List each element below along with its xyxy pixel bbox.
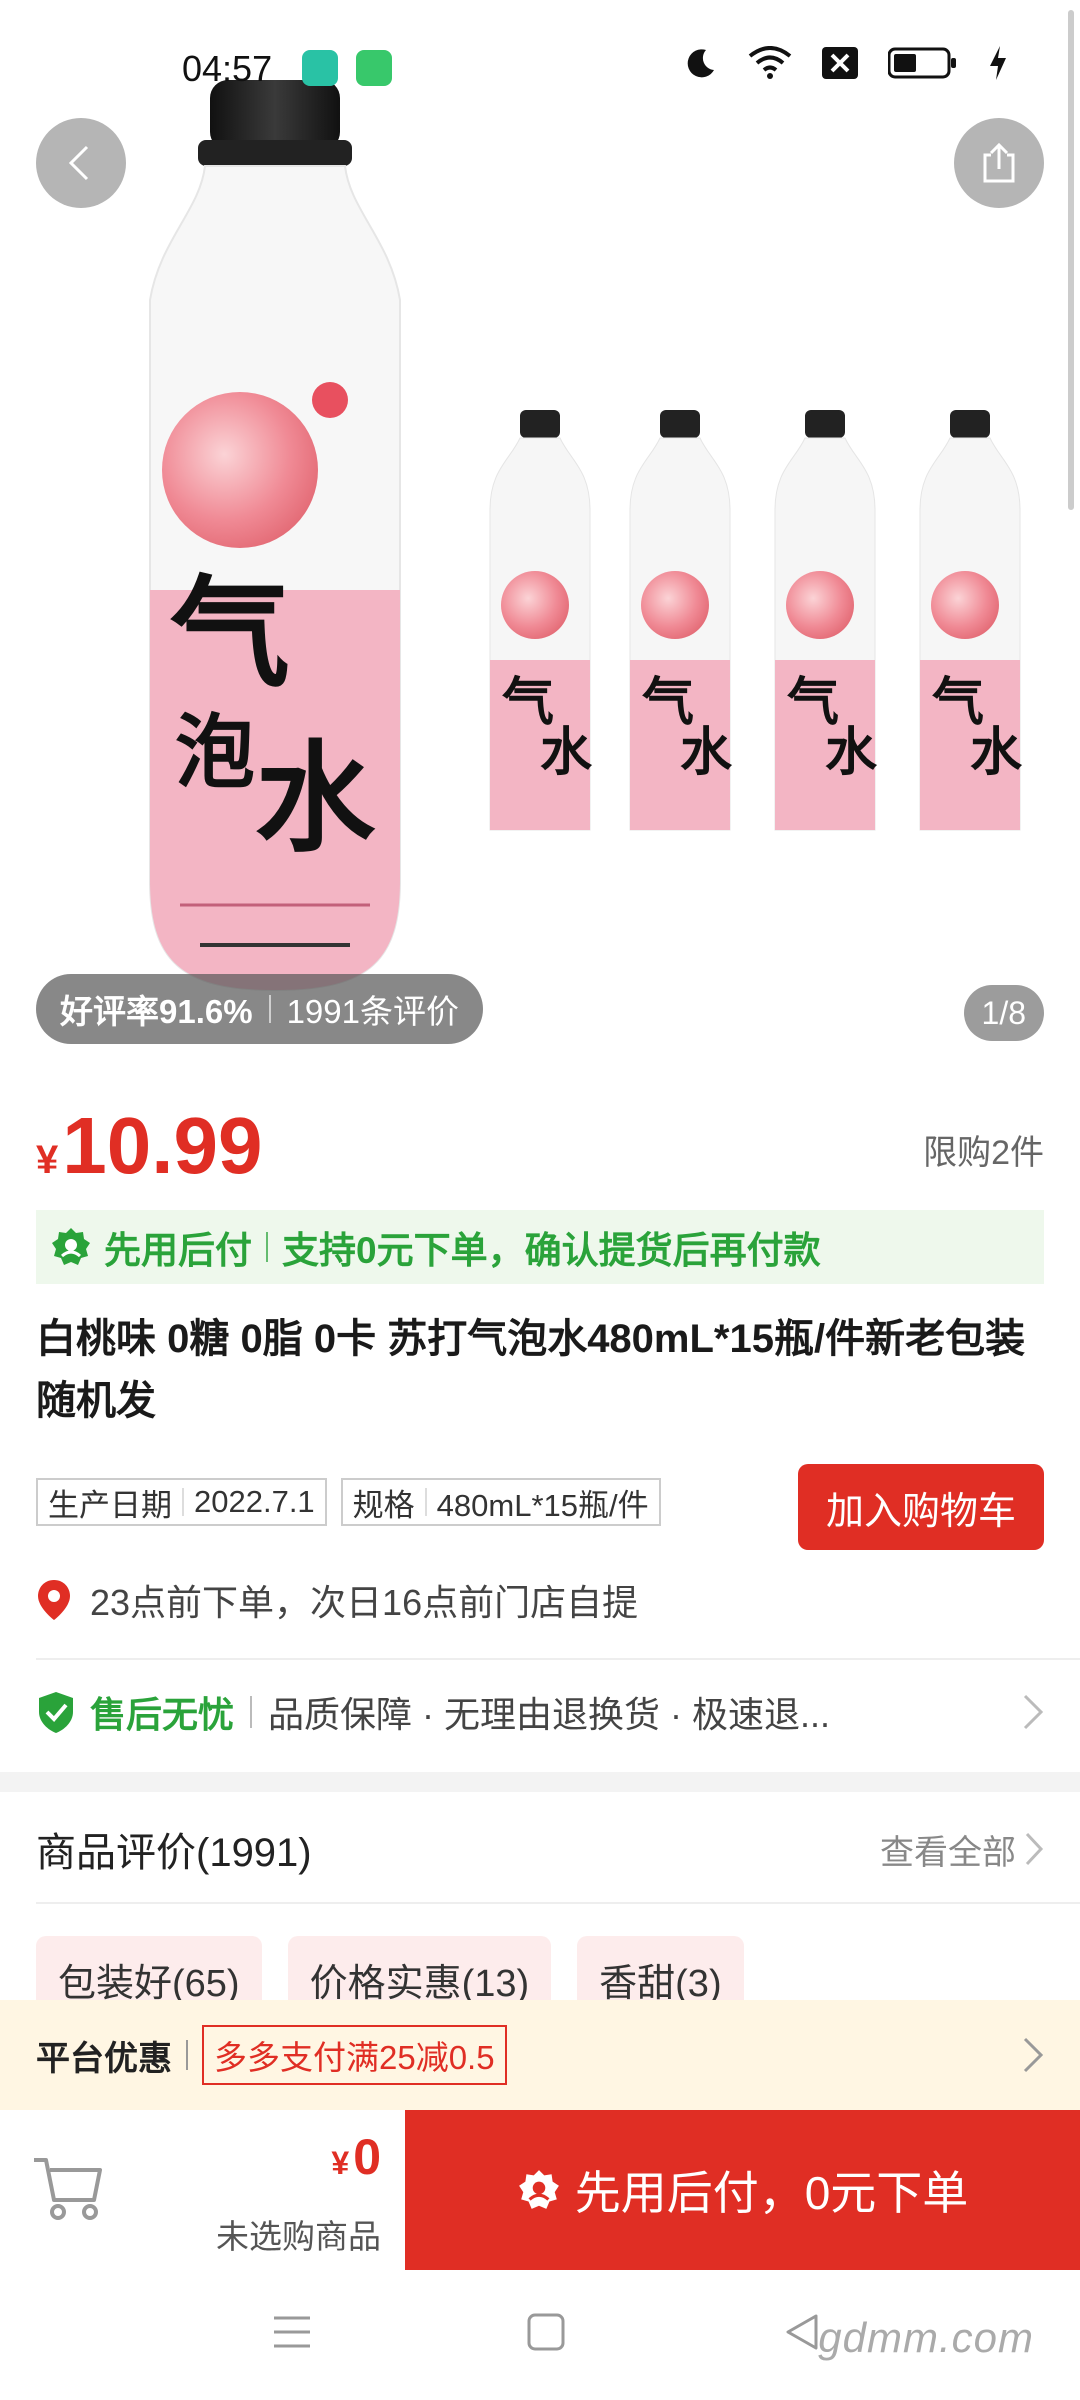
cart-icon: [34, 2158, 102, 2220]
spec-size[interactable]: 规格 480mL*15瓶/件: [340, 1478, 661, 1526]
bottom-action-bar: ¥ 0 未选购商品 先用后付，0元下单: [0, 2110, 1080, 2270]
cart-total: ¥ 0: [331, 2128, 381, 2186]
divider: [36, 1902, 1080, 1904]
promo-coupon: 多多支付满25减0.5: [202, 2025, 507, 2085]
badge-icon: [518, 2170, 559, 2209]
price: ¥ 10.99: [36, 1100, 262, 1192]
image-page-indicator: 1/8: [963, 985, 1044, 1041]
svg-text:水: 水: [680, 722, 733, 783]
platform-promo-bar[interactable]: 平台优惠 多多支付满25减0.5: [0, 2000, 1080, 2110]
cart-empty-text: 未选购商品: [216, 2218, 381, 2255]
charging-icon: [990, 46, 1006, 80]
price-value: 10.99: [62, 1101, 263, 1190]
svg-text:水: 水: [825, 722, 878, 783]
pay-later-label: 先用后付: [104, 1230, 252, 1271]
review-count: 1991条评价: [286, 993, 459, 1030]
pay-later-banner[interactable]: 先用后付 支持0元下单，确认提货后再付款: [36, 1210, 1044, 1284]
view-all-reviews-link[interactable]: 查看全部: [880, 1825, 1044, 1874]
product-image-gallery[interactable]: 气 泡 水 气 水 气 水 气 水 气 水 好评率91.6% 1991条评价 1…: [0, 0, 1080, 1060]
svg-text:泡: 泡: [175, 705, 255, 799]
product-photo: 气 泡 水 气 水 气 水 气 水 气 水: [149, 80, 1023, 992]
system-nav-bar: gdmm.com: [0, 2270, 1080, 2400]
product-title: 白桃味 0糖 0脂 0卡 苏打气泡水480mL*15瓶/件新老包装随机发: [36, 1317, 1026, 1423]
view-all-label: 查看全部: [880, 1833, 1016, 1872]
badge-icon: [52, 1228, 90, 1265]
chevron-right-icon: [1023, 1694, 1044, 1730]
cart-total-value: 0: [353, 2129, 381, 2185]
watermark: gdmm.com: [818, 2314, 1034, 2361]
chevron-right-icon: [1025, 1832, 1044, 1866]
positive-rate: 好评率91.6%: [60, 993, 253, 1030]
currency-symbol: ¥: [331, 2145, 350, 2181]
svg-text:水: 水: [970, 722, 1023, 783]
divider: [268, 995, 271, 1023]
chat-app-icon: [302, 50, 338, 86]
pay-later-desc: 支持0元下单，确认提货后再付款: [282, 1230, 821, 1271]
chevron-right-icon: [1023, 2037, 1044, 2073]
status-bar: 04:57: [0, 0, 1080, 130]
moon-icon: [687, 49, 714, 78]
spec-tags: 生产日期 2022.7.1 规格 480mL*15瓶/件: [36, 1478, 661, 1526]
battery-icon: [888, 47, 956, 79]
svg-text:气: 气: [170, 563, 290, 704]
no-sim-icon: [822, 47, 858, 79]
svg-text:水: 水: [255, 728, 376, 869]
section-separator: [0, 1772, 1080, 1792]
buy-now-pay-later-button[interactable]: 先用后付，0元下单: [405, 2110, 1080, 2270]
back-triangle-icon[interactable]: [784, 2312, 820, 2352]
buy-button-label: 先用后付，0元下单: [574, 2167, 969, 2219]
share-icon: [983, 142, 1015, 183]
back-button[interactable]: [36, 118, 126, 208]
pickup-info[interactable]: 23点前下单，次日16点前门店自提: [36, 1574, 638, 1626]
spec-label: 规格: [352, 1487, 415, 1523]
cart-summary[interactable]: ¥ 0 未选购商品: [0, 2110, 405, 2270]
add-to-cart-button[interactable]: 加入购物车: [798, 1464, 1044, 1550]
divider: [250, 1696, 253, 1728]
divider: [182, 1488, 184, 1516]
home-square-icon[interactable]: [526, 2312, 566, 2352]
rating-summary[interactable]: 好评率91.6% 1991条评价: [36, 974, 483, 1044]
svg-text:水: 水: [540, 722, 593, 783]
menu-icon[interactable]: [272, 2312, 312, 2352]
reviews-title: 商品评价(1991): [36, 1831, 312, 1875]
divider: [424, 1488, 427, 1516]
shield-check-icon: [39, 1692, 73, 1733]
pickup-text: 23点前下单，次日16点前门店自提: [90, 1582, 639, 1623]
wifi-icon: [748, 46, 792, 79]
spec-production-date[interactable]: 生产日期 2022.7.1: [36, 1478, 327, 1526]
divider: [266, 1232, 268, 1262]
currency-symbol: ¥: [36, 1138, 59, 1182]
spec-value: 2022.7.1: [194, 1484, 315, 1519]
chevron-left-icon: [68, 145, 89, 181]
share-button[interactable]: [954, 118, 1044, 208]
location-pin-icon: [38, 1580, 70, 1620]
reviews-header: 商品评价(1991) 查看全部: [36, 1820, 1044, 1878]
service-label: 售后无忧: [90, 1694, 235, 1735]
battery-app-icon: [356, 50, 392, 86]
promo-label: 平台优惠: [36, 2039, 172, 2078]
after-sales-service[interactable]: 售后无忧 品质保障 · 无理由退换货 · 极速退...: [36, 1686, 1044, 1738]
spec-label: 生产日期: [48, 1487, 172, 1523]
divider: [186, 2040, 188, 2070]
spec-value: 480mL*15瓶/件: [436, 1487, 649, 1523]
status-time: 04:57: [182, 48, 273, 89]
service-items: 品质保障 · 无理由退换货 · 极速退...: [268, 1694, 831, 1735]
divider: [36, 1658, 1080, 1660]
purchase-limit: 限购2件: [923, 1134, 1044, 1172]
